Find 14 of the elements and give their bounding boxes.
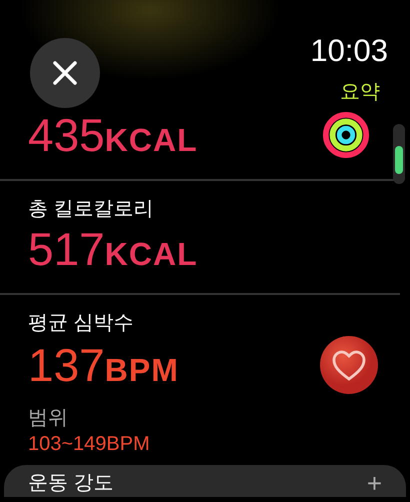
close-icon	[52, 60, 78, 86]
metric-label: 평균 심박수	[28, 311, 135, 336]
activity-rings-icon[interactable]	[322, 110, 370, 158]
card-title: 운동 강도	[28, 472, 114, 494]
clock-time: 10:03	[310, 34, 388, 68]
metric-value: 517KCAL	[28, 222, 198, 277]
range-value: 103~149BPM	[28, 432, 151, 457]
add-button[interactable]: +	[366, 472, 382, 494]
metric-label: 총 킬로칼로리	[28, 197, 155, 222]
range-label: 범위	[28, 406, 69, 431]
scroll-indicator	[395, 146, 403, 174]
summary-label: 요약	[340, 80, 380, 104]
metric-value: 137BPM	[28, 338, 179, 393]
metric-value: 435KCAL	[28, 108, 198, 163]
